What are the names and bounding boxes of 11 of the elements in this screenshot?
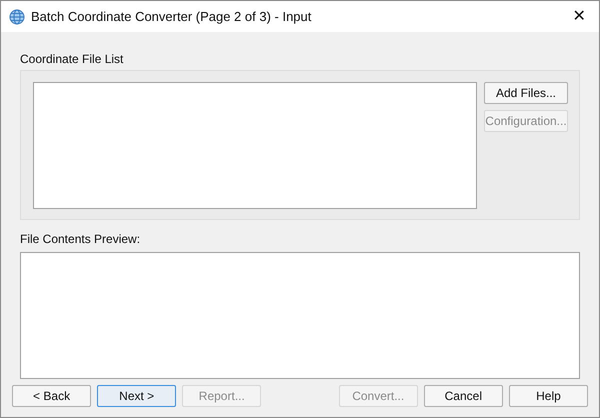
dialog-button[interactable]: Next > [97, 385, 176, 407]
close-button[interactable]: ✕ [569, 6, 589, 26]
dialog-button[interactable]: Help [508, 385, 588, 407]
dialog-button[interactable]: < Back [12, 385, 92, 407]
preview-label: File Contents Preview: [20, 231, 142, 247]
dialog-button[interactable]: Cancel [424, 385, 503, 407]
globe-icon [9, 8, 25, 24]
file-list[interactable] [33, 82, 477, 209]
window-title: Batch Coordinate Converter (Page 2 of 3) - Input [31, 8, 312, 26]
dialog-button[interactable]: Add Files... [484, 82, 568, 104]
group-label: Coordinate File List [20, 51, 124, 67]
